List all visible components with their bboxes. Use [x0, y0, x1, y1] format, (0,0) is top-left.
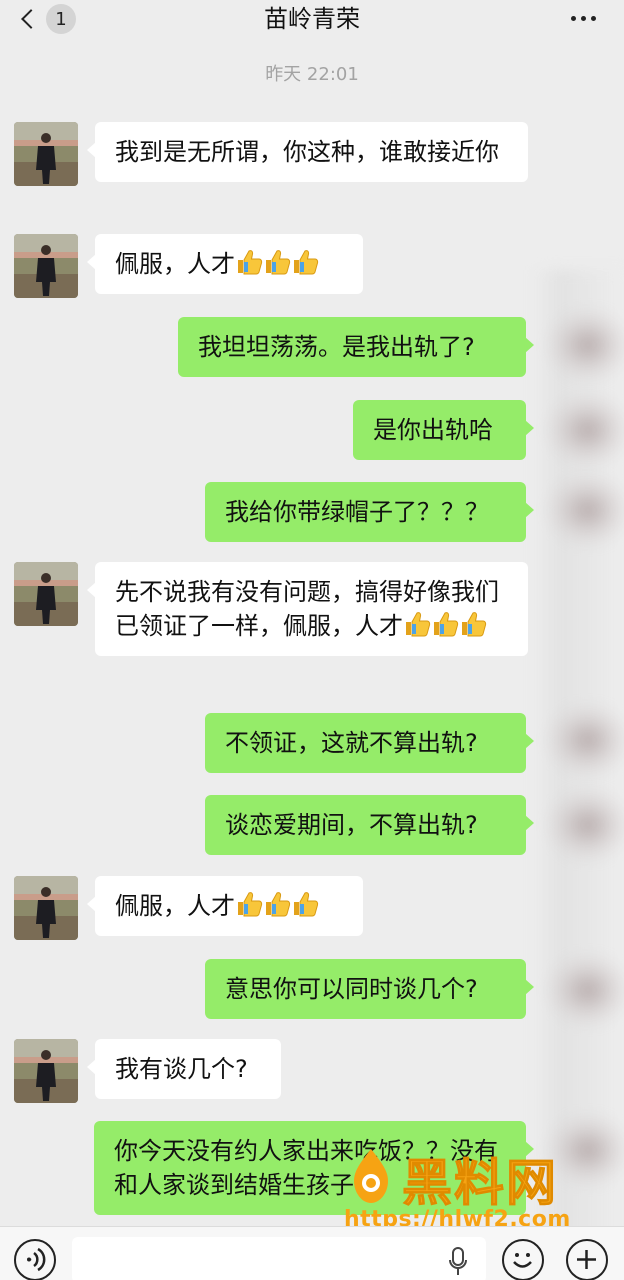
message-text: 佩服，人才	[115, 892, 235, 920]
message-text: 是你出轨哈	[373, 416, 493, 444]
message-bubble-incoming[interactable]: 先不说我有没有问题，搞得好像我们已领证了一样，佩服，人才	[87, 562, 528, 656]
message-bubble-incoming[interactable]: 我到是无所谓，你这种，谁敢接近你	[87, 122, 528, 182]
message-text: 我给你带绿帽子了？？？	[225, 498, 489, 526]
message-text: 意思你可以同时谈几个?	[225, 975, 478, 1003]
message-bubble-incoming[interactable]: 佩服，人才	[87, 876, 363, 936]
more-dots-icon[interactable]	[571, 16, 596, 21]
message-text: 我坦坦荡荡。是我出轨了?	[198, 333, 475, 361]
watermark-logo-icon	[354, 1149, 388, 1203]
watermark: 黑料网 https://hlwf2.com	[340, 1143, 610, 1238]
input-bar	[0, 1226, 624, 1280]
person-photo-icon	[14, 122, 78, 186]
message-bubble-outgoing[interactable]: 是你出轨哈	[353, 400, 534, 460]
message-text: 我有谈几个?	[115, 1055, 248, 1083]
contact-avatar[interactable]	[14, 122, 78, 186]
message-bubble-outgoing[interactable]: 意思你可以同时谈几个?	[205, 959, 534, 1019]
message-input[interactable]	[72, 1237, 486, 1280]
chat-header: 1 苗岭青荣	[0, 0, 624, 40]
thumbs-up-emoji-icon	[235, 892, 319, 920]
message-bubble-incoming[interactable]: 佩服，人才	[87, 234, 363, 294]
message-bubble-outgoing[interactable]: 我坦坦荡荡。是我出轨了?	[178, 317, 534, 377]
message-text: 我到是无所谓，你这种，谁敢接近你	[115, 138, 499, 166]
contact-avatar[interactable]	[14, 562, 78, 626]
contact-avatar[interactable]	[14, 876, 78, 940]
person-photo-icon	[14, 562, 78, 626]
contact-avatar[interactable]	[14, 1039, 78, 1103]
microphone-icon[interactable]	[448, 1247, 468, 1277]
plus-icon[interactable]	[566, 1239, 608, 1280]
chat-title: 苗岭青荣	[264, 5, 360, 33]
message-bubble-incoming[interactable]: 我有谈几个?	[87, 1039, 281, 1099]
contact-avatar[interactable]	[14, 234, 78, 298]
voice-icon[interactable]	[14, 1239, 56, 1280]
person-photo-icon	[14, 1039, 78, 1103]
message-timestamp: 昨天 22:01	[265, 64, 359, 85]
person-photo-icon	[14, 876, 78, 940]
blurred-avatar	[548, 790, 624, 860]
thumbs-up-emoji-icon	[403, 612, 487, 640]
emoji-icon[interactable]	[502, 1239, 544, 1280]
message-text: 不领证，这就不算出轨?	[225, 729, 478, 757]
blurred-avatar	[548, 395, 624, 465]
watermark-title: 黑料网	[402, 1154, 558, 1213]
person-photo-icon	[14, 234, 78, 298]
blurred-avatar	[548, 705, 624, 775]
plus-sign-icon	[577, 1250, 596, 1269]
smile-face-icon	[513, 1253, 532, 1268]
voice-wave-icon	[27, 1247, 46, 1272]
message-bubble-outgoing[interactable]: 不领证，这就不算出轨?	[205, 713, 534, 773]
thumbs-up-emoji-icon	[235, 250, 319, 278]
message-bubble-outgoing[interactable]: 谈恋爱期间，不算出轨?	[205, 795, 534, 855]
message-text: 佩服，人才	[115, 250, 235, 278]
blurred-avatar	[548, 310, 624, 380]
blurred-avatar	[548, 955, 624, 1025]
message-text: 谈恋爱期间，不算出轨?	[225, 811, 478, 839]
blurred-avatar	[548, 475, 624, 545]
message-bubble-outgoing[interactable]: 我给你带绿帽子了？？？	[205, 482, 534, 542]
